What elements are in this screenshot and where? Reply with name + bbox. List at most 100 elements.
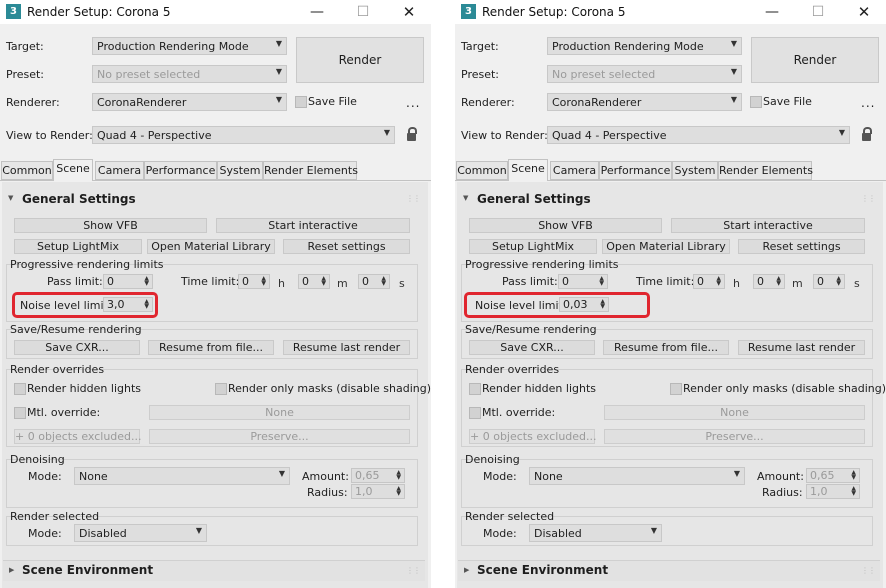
lock-icon[interactable]	[861, 127, 873, 141]
preserve-button[interactable]: Preserve...	[604, 429, 865, 444]
render-hidden-lights-label: Render hidden lights	[27, 382, 141, 395]
time-hours-spinner[interactable]: 0 ▲ ▼	[693, 274, 725, 289]
reset-settings-button[interactable]: Reset settings	[283, 239, 410, 254]
time-limit-label: Time limit:	[636, 275, 695, 288]
more-options-button[interactable]: ...	[406, 96, 420, 110]
maximize-button[interactable]: ☐	[348, 2, 378, 22]
objects-excluded-button[interactable]: + 0 objects excluded...	[469, 429, 597, 444]
amount-spinner[interactable]: 0,65 ▲ ▼	[351, 468, 405, 483]
open-material-library-button[interactable]: Open Material Library	[147, 239, 275, 254]
open-material-library-button[interactable]: Open Material Library	[602, 239, 730, 254]
tab-system[interactable]: System	[217, 161, 263, 180]
time-limit-label: Time limit:	[181, 275, 240, 288]
noise-level-limit-spinner[interactable]: 0,03 ▲ ▼	[559, 297, 609, 312]
radius-spinner[interactable]: 1,0 ▲ ▼	[351, 484, 405, 499]
radius-label: Radius:	[307, 486, 348, 499]
rollout-general-settings[interactable]: ▼	[8, 190, 13, 203]
resume-from-file-button[interactable]: Resume from file...	[603, 340, 729, 355]
pass-limit-value: 0	[107, 275, 114, 288]
tab-render-elements[interactable]: Render Elements	[263, 161, 358, 180]
render-button[interactable]: Render	[296, 37, 424, 83]
preset-dropdown[interactable]: No preset selected ▼	[92, 65, 287, 83]
start-interactive-button[interactable]: Start interactive	[216, 218, 410, 233]
spinner-arrows-icon: ▲ ▼	[851, 485, 856, 497]
minimize-button[interactable]: —	[302, 2, 332, 22]
lock-icon[interactable]	[406, 127, 418, 141]
view-to-render-dropdown[interactable]: Quad 4 - Perspective ▼	[92, 126, 395, 144]
tab-render-elements[interactable]: Render Elements	[718, 161, 813, 180]
time-seconds-spinner[interactable]: 0 ▲ ▼	[813, 274, 845, 289]
renderer-dropdown[interactable]: CoronaRenderer ▼	[92, 93, 287, 111]
mtl-override-none-button[interactable]: None	[604, 405, 865, 420]
pass-limit-spinner[interactable]: 0 ▲ ▼	[103, 274, 153, 289]
save-file-checkbox[interactable]	[295, 96, 307, 108]
view-to-render-dropdown[interactable]: Quad 4 - Perspective ▼	[547, 126, 850, 144]
target-dropdown[interactable]: Production Rendering Mode ▼	[547, 37, 742, 55]
target-dropdown[interactable]: Production Rendering Mode ▼	[92, 37, 287, 55]
save-cxr-button[interactable]: Save CXR...	[469, 340, 595, 355]
tab-camera[interactable]: Camera	[550, 161, 599, 180]
tab-scene[interactable]: Scene	[53, 159, 93, 181]
tab-common[interactable]: Common	[1, 161, 53, 180]
denoise-mode-dropdown[interactable]: None ▼	[74, 467, 290, 485]
time-seconds-spinner[interactable]: 0 ▲ ▼	[358, 274, 390, 289]
minutes-unit: m	[792, 277, 803, 290]
close-button[interactable]: ✕	[849, 2, 879, 22]
setup-lightmix-button[interactable]: Setup LightMix	[14, 239, 142, 254]
denoise-mode-value: None	[79, 470, 108, 483]
pass-limit-spinner[interactable]: 0 ▲ ▼	[558, 274, 608, 289]
hours-unit: h	[733, 277, 740, 290]
noise-level-limit-label: Noise level limit:	[475, 299, 567, 312]
mtl-override-checkbox[interactable]	[469, 407, 481, 419]
setup-lightmix-button[interactable]: Setup LightMix	[469, 239, 597, 254]
amount-spinner[interactable]: 0,65 ▲ ▼	[806, 468, 860, 483]
show-vfb-button[interactable]: Show VFB	[14, 218, 207, 233]
show-vfb-button[interactable]: Show VFB	[469, 218, 662, 233]
tab-scene[interactable]: Scene	[508, 159, 548, 181]
time-minutes-spinner[interactable]: 0 ▲ ▼	[298, 274, 330, 289]
reset-settings-button[interactable]: Reset settings	[738, 239, 865, 254]
render-hidden-lights-checkbox[interactable]	[14, 383, 26, 395]
noise-level-limit-spinner[interactable]: 3,0 ▲ ▼	[103, 297, 153, 312]
minimize-button[interactable]: —	[757, 2, 787, 22]
start-interactive-button[interactable]: Start interactive	[671, 218, 865, 233]
maximize-button[interactable]: ☐	[803, 2, 833, 22]
radius-label: Radius:	[762, 486, 803, 499]
denoise-mode-dropdown[interactable]: None ▼	[529, 467, 745, 485]
time-hours-spinner[interactable]: 0 ▲ ▼	[238, 274, 270, 289]
progressive-limits-title: Progressive rendering limits	[10, 258, 164, 271]
time-minutes-spinner[interactable]: 0 ▲ ▼	[753, 274, 785, 289]
render-button[interactable]: Render	[751, 37, 879, 83]
tab-camera[interactable]: Camera	[95, 161, 144, 180]
save-file-checkbox[interactable]	[750, 96, 762, 108]
objects-excluded-button[interactable]: + 0 objects excluded...	[14, 429, 142, 444]
chevron-down-icon: ▼	[278, 469, 285, 478]
resume-last-render-button[interactable]: Resume last render	[283, 340, 410, 355]
view-to-render-label: View to Render:	[461, 129, 548, 142]
preset-dropdown[interactable]: No preset selected ▼	[547, 65, 742, 83]
rollout-general-settings[interactable]: ▼	[463, 190, 468, 203]
tab-common[interactable]: Common	[456, 161, 508, 180]
render-hidden-lights-checkbox[interactable]	[469, 383, 481, 395]
render-selected-mode-dropdown[interactable]: Disabled ▼	[74, 524, 207, 542]
render-selected-mode-dropdown[interactable]: Disabled ▼	[529, 524, 662, 542]
render-only-masks-checkbox[interactable]	[670, 383, 682, 395]
resume-last-render-button[interactable]: Resume last render	[738, 340, 865, 355]
tab-performance[interactable]: Performance	[144, 161, 217, 180]
tab-performance[interactable]: Performance	[599, 161, 672, 180]
resume-from-file-button[interactable]: Resume from file...	[148, 340, 274, 355]
preserve-button[interactable]: Preserve...	[149, 429, 410, 444]
radius-spinner[interactable]: 1,0 ▲ ▼	[806, 484, 860, 499]
renderer-label: Renderer:	[461, 96, 515, 109]
tab-system[interactable]: System	[672, 161, 718, 180]
expand-triangle-icon: ▶	[9, 566, 15, 574]
mtl-override-none-button[interactable]: None	[149, 405, 410, 420]
objects-excluded-label: 0 objects excluded...	[482, 430, 597, 443]
render-only-masks-checkbox[interactable]	[215, 383, 227, 395]
close-button[interactable]: ✕	[394, 2, 424, 22]
mtl-override-checkbox[interactable]	[14, 407, 26, 419]
renderer-dropdown[interactable]: CoronaRenderer ▼	[547, 93, 742, 111]
more-options-button[interactable]: ...	[861, 96, 875, 110]
minutes-unit: m	[337, 277, 348, 290]
save-cxr-button[interactable]: Save CXR...	[14, 340, 140, 355]
